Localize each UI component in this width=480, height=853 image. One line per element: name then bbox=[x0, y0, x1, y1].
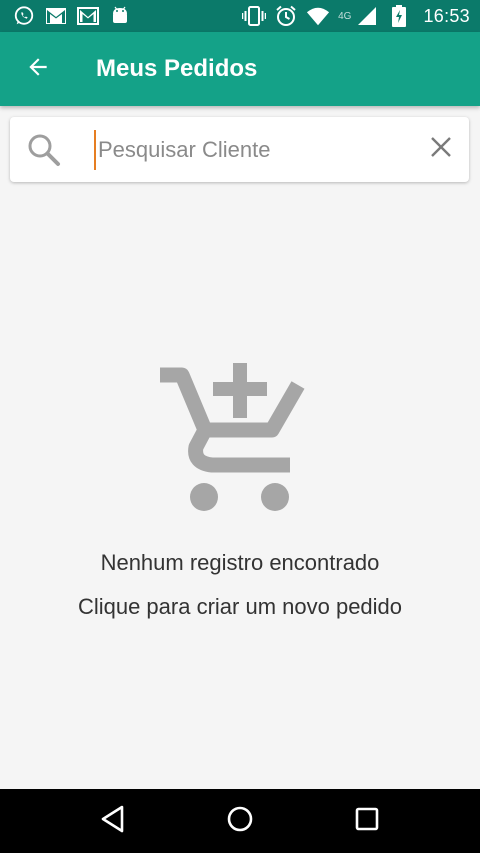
nav-recents-button[interactable] bbox=[337, 791, 397, 851]
nav-home-button[interactable] bbox=[210, 791, 270, 851]
wifi-icon bbox=[306, 4, 330, 28]
status-bar: 4G 16:53 bbox=[0, 0, 480, 32]
home-circle-icon bbox=[226, 805, 254, 838]
page-title: Meus Pedidos bbox=[96, 55, 258, 82]
gmail-icon bbox=[44, 4, 68, 28]
clock: 16:53 bbox=[423, 5, 470, 26]
clear-search-button[interactable] bbox=[419, 128, 463, 172]
search-bar bbox=[10, 117, 469, 182]
close-icon bbox=[430, 136, 452, 163]
status-system-icons: 4G 16:53 bbox=[242, 4, 470, 28]
back-triangle-icon bbox=[100, 805, 126, 838]
empty-state[interactable]: Nenhum registro encontrado Clique para c… bbox=[0, 355, 480, 620]
search-input[interactable] bbox=[94, 129, 419, 170]
alarm-icon bbox=[274, 4, 298, 28]
status-notifications bbox=[12, 4, 132, 28]
signal-icon bbox=[355, 4, 379, 28]
add-shopping-cart-icon bbox=[160, 363, 305, 511]
app-bar: Meus Pedidos bbox=[0, 32, 480, 106]
gmail-icon bbox=[76, 4, 100, 28]
android-icon bbox=[108, 4, 132, 28]
arrow-back-icon bbox=[25, 54, 51, 85]
empty-state-title: Nenhum registro encontrado bbox=[100, 550, 380, 575]
empty-state-subtitle: Clique para criar um novo pedido bbox=[77, 594, 403, 619]
search-icon bbox=[24, 130, 64, 170]
recents-square-icon bbox=[355, 807, 379, 836]
navigation-bar bbox=[0, 789, 480, 853]
battery-charging-icon bbox=[387, 4, 411, 28]
nav-back-button[interactable] bbox=[83, 791, 143, 851]
network-type: 4G bbox=[338, 10, 352, 22]
vibrate-icon bbox=[242, 4, 267, 28]
whatsapp-icon bbox=[12, 4, 36, 28]
back-button[interactable] bbox=[10, 41, 66, 97]
